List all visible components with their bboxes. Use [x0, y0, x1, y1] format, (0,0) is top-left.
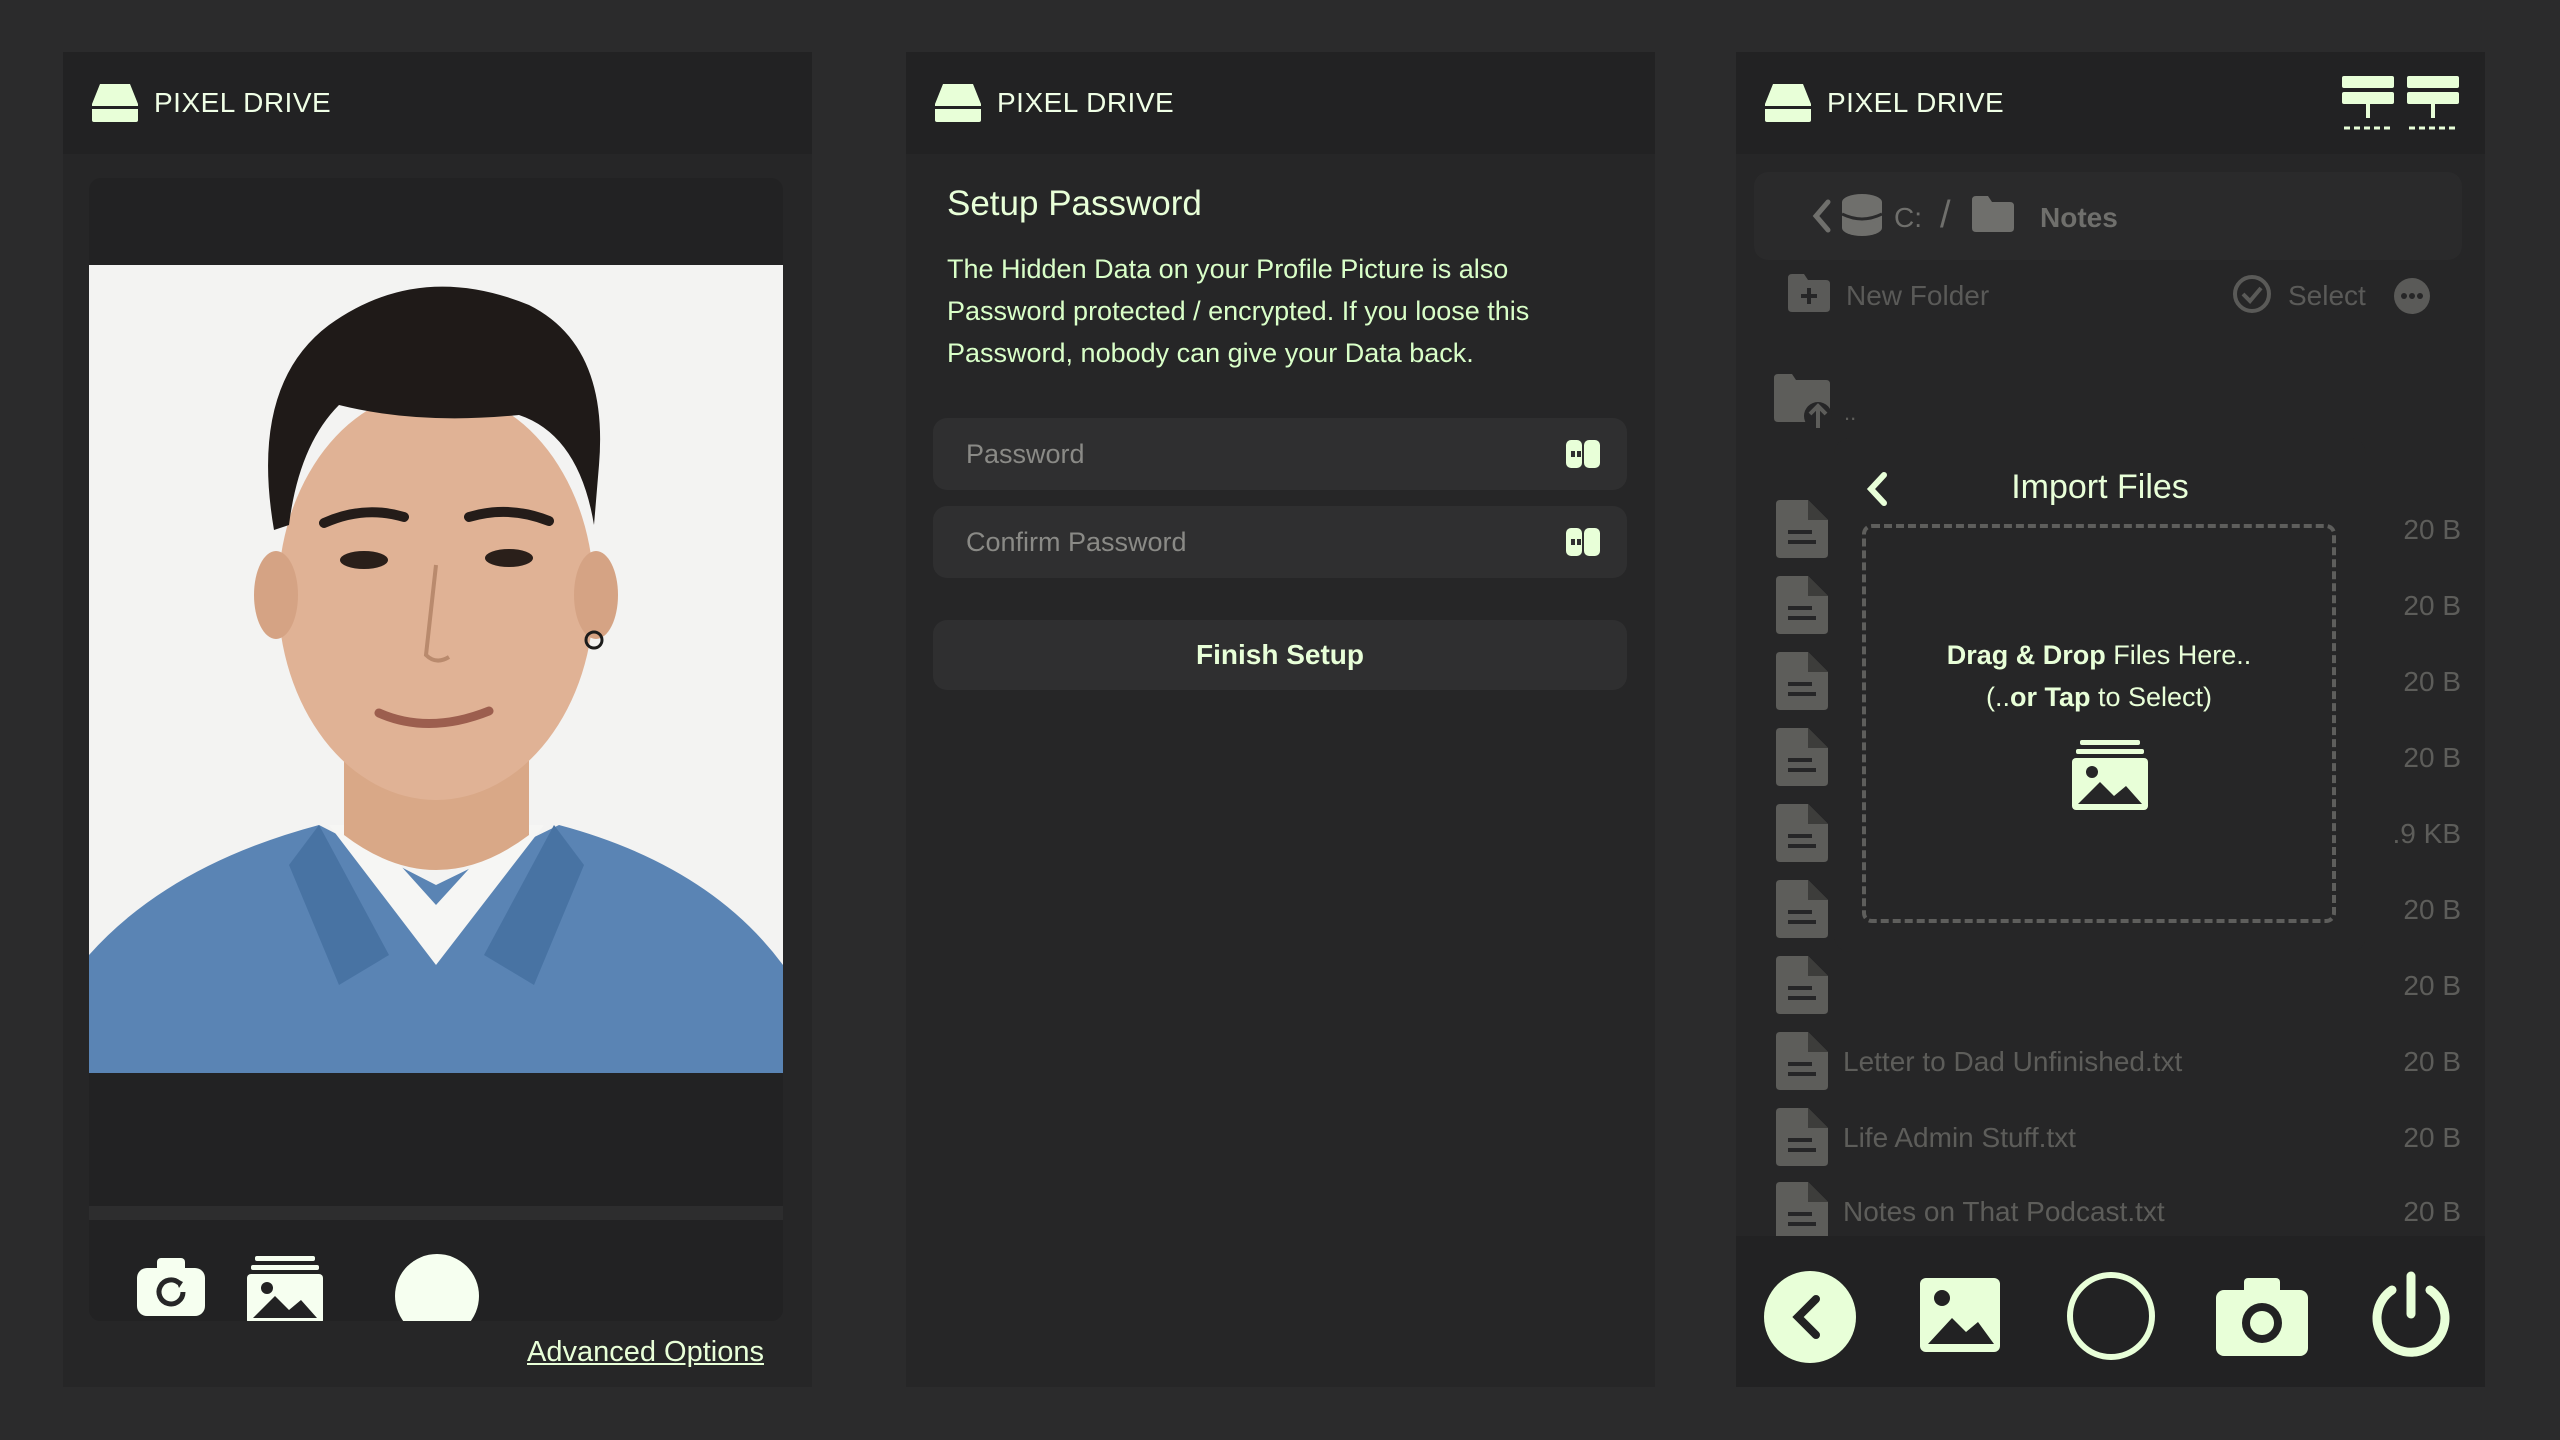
file-icon — [1776, 500, 1828, 558]
drop-text-line2-bold: or Tap — [2009, 682, 2091, 712]
file-row[interactable]: Life Admin Stuff.txt 20 B — [1736, 1108, 2485, 1178]
camera-panel: PIXEL DRIVE Advanced Options — [63, 52, 812, 1387]
app-header: PIXEL DRIVE — [1736, 52, 2485, 154]
network-icon[interactable] — [2342, 76, 2394, 132]
breadcrumb: C: / Notes — [1754, 172, 2462, 260]
brand: PIXEL DRIVE — [1763, 82, 2004, 124]
new-folder-button[interactable]: New Folder — [1846, 280, 1989, 312]
drive-icon — [935, 84, 981, 122]
advanced-options-link[interactable]: Advanced Options — [527, 1336, 764, 1369]
back-button[interactable] — [1764, 1271, 1856, 1363]
drop-zone-text: Drag & Drop Files Here.. (..or Tap to Se… — [1866, 634, 2332, 718]
file-row[interactable]: Letter to Dad Unfinished.txt 20 B — [1736, 1032, 2485, 1102]
bottom-toolbar — [1736, 1236, 2485, 1387]
gallery-icon — [2072, 740, 2148, 810]
file-size: .9 KB — [2392, 818, 2461, 849]
description: The Hidden Data on your Profile Picture … — [947, 254, 1530, 368]
brand-name: PIXEL DRIVE — [1827, 87, 2005, 118]
file-name: Notes on That Podcast.txt — [1843, 1196, 2165, 1227]
power-icon[interactable] — [2366, 1270, 2456, 1360]
file-icon — [1776, 652, 1828, 710]
file-name: Life Admin Stuff.txt — [1843, 1122, 2076, 1153]
camera-toolbar — [89, 1220, 783, 1321]
file-size: 20 B — [2403, 666, 2461, 697]
file-size: 20 B — [2403, 590, 2461, 621]
app-header: PIXEL DRIVE — [906, 52, 1655, 154]
drop-text-line2-rest: to Select) — [2090, 682, 2213, 712]
file-size: 20 B — [2403, 742, 2461, 773]
drive-icon — [1765, 84, 1811, 122]
brand-name: PIXEL DRIVE — [154, 87, 332, 118]
drop-text-bold: Drag & Drop — [1946, 640, 2106, 670]
toggle-visibility-icon[interactable] — [1566, 438, 1600, 470]
frame-divider — [89, 1206, 783, 1220]
parent-folder-label: .. — [1844, 400, 1857, 425]
file-icon — [1776, 576, 1828, 634]
gallery-icon[interactable] — [247, 1256, 323, 1321]
password-placeholder: Password — [966, 439, 1085, 469]
breadcrumb-separator: / — [1940, 194, 1951, 236]
switch-camera-icon[interactable] — [135, 1256, 207, 1318]
file-browser-panel: PIXEL DRIVE C: / Notes New Folder Select… — [1736, 52, 2485, 1387]
file-size: 20 B — [2403, 970, 2461, 1001]
brand: PIXEL DRIVE — [90, 82, 331, 124]
file-size: 20 B — [2403, 1046, 2461, 1077]
chevron-left-icon[interactable] — [1810, 198, 1832, 234]
breadcrumb-folder[interactable]: Notes — [2040, 202, 2118, 234]
app-header: PIXEL DRIVE — [63, 52, 812, 154]
password-field[interactable]: Password — [933, 418, 1627, 490]
brand: PIXEL DRIVE — [933, 82, 1174, 124]
finish-setup-button[interactable]: Finish Setup — [933, 620, 1627, 690]
new-folder-icon[interactable] — [1788, 274, 1830, 312]
import-files-modal: Import Files Drag & Drop Files Here.. (.… — [1834, 438, 2366, 952]
shutter-button[interactable] — [395, 1254, 479, 1321]
file-icon — [1776, 1108, 1828, 1166]
folder-icon — [1972, 196, 2014, 232]
page-title: Setup Password — [947, 184, 1202, 223]
breadcrumb-drive[interactable]: C: — [1894, 202, 1922, 234]
confirm-password-placeholder: Confirm Password — [966, 527, 1187, 557]
file-name: Letter to Dad Unfinished.txt — [1843, 1046, 2183, 1077]
file-size: 20 B — [2403, 1122, 2461, 1153]
file-icon — [1776, 728, 1828, 786]
camera-frame — [89, 178, 783, 1321]
file-size: 20 B — [2403, 894, 2461, 925]
parent-folder-icon[interactable] — [1774, 374, 1832, 430]
toggle-visibility-icon[interactable] — [1566, 526, 1600, 558]
drive-icon — [92, 84, 138, 122]
image-icon[interactable] — [1920, 1278, 2000, 1352]
file-row[interactable]: 20 B — [1736, 956, 2485, 1026]
shutter-button[interactable] — [2066, 1271, 2156, 1361]
file-size: 20 B — [2403, 514, 2461, 545]
setup-password-panel: PIXEL DRIVE Setup Password The Hidden Da… — [906, 52, 1655, 1387]
brand-name: PIXEL DRIVE — [997, 87, 1175, 118]
database-icon — [1842, 194, 1882, 236]
file-icon — [1776, 880, 1828, 938]
confirm-password-field[interactable]: Confirm Password — [933, 506, 1627, 578]
file-size: 20 B — [2403, 1196, 2461, 1227]
modal-title: Import Files — [2011, 468, 2189, 506]
drop-text-line2-pre: (.. — [1985, 682, 2010, 712]
select-check-icon[interactable] — [2232, 274, 2272, 314]
network-icon[interactable] — [2407, 76, 2459, 132]
drop-zone[interactable]: Drag & Drop Files Here.. (..or Tap to Se… — [1862, 524, 2336, 923]
drop-text-line1: Files Here.. — [2105, 640, 2252, 670]
file-icon — [1776, 956, 1828, 1014]
file-icon — [1776, 804, 1828, 862]
camera-icon[interactable] — [2216, 1276, 2308, 1356]
profile-photo — [89, 265, 783, 1073]
more-options-icon[interactable] — [2394, 278, 2430, 314]
file-icon — [1776, 1032, 1828, 1090]
select-button[interactable]: Select — [2288, 280, 2366, 312]
file-icon — [1776, 1182, 1828, 1240]
